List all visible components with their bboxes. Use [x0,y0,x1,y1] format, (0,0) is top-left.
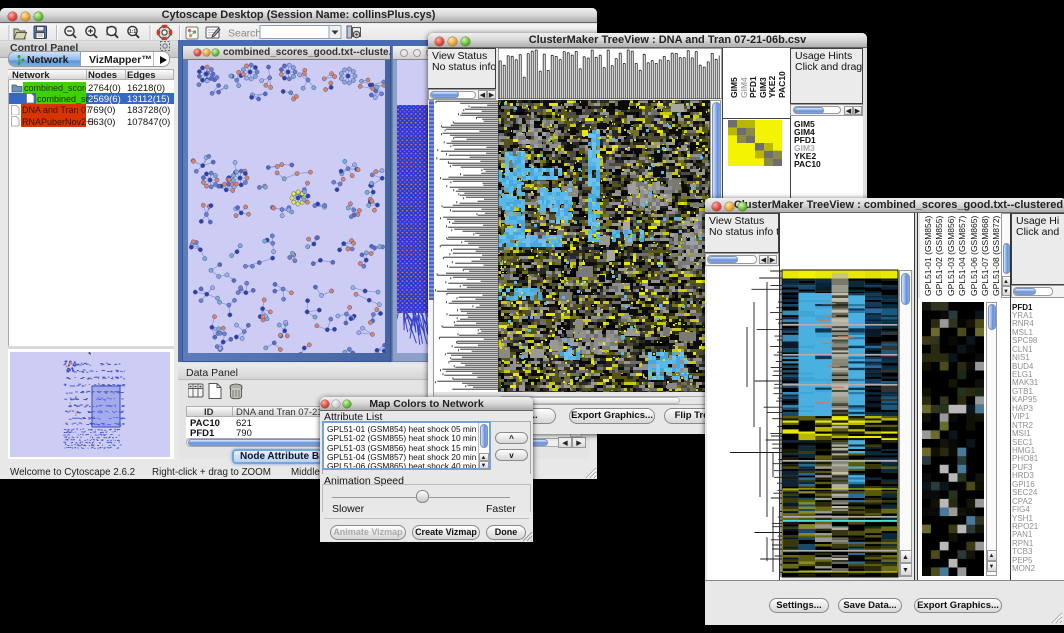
svg-text:1:1: 1:1 [129,29,136,35]
svg-text:Search:: Search: [228,28,264,40]
